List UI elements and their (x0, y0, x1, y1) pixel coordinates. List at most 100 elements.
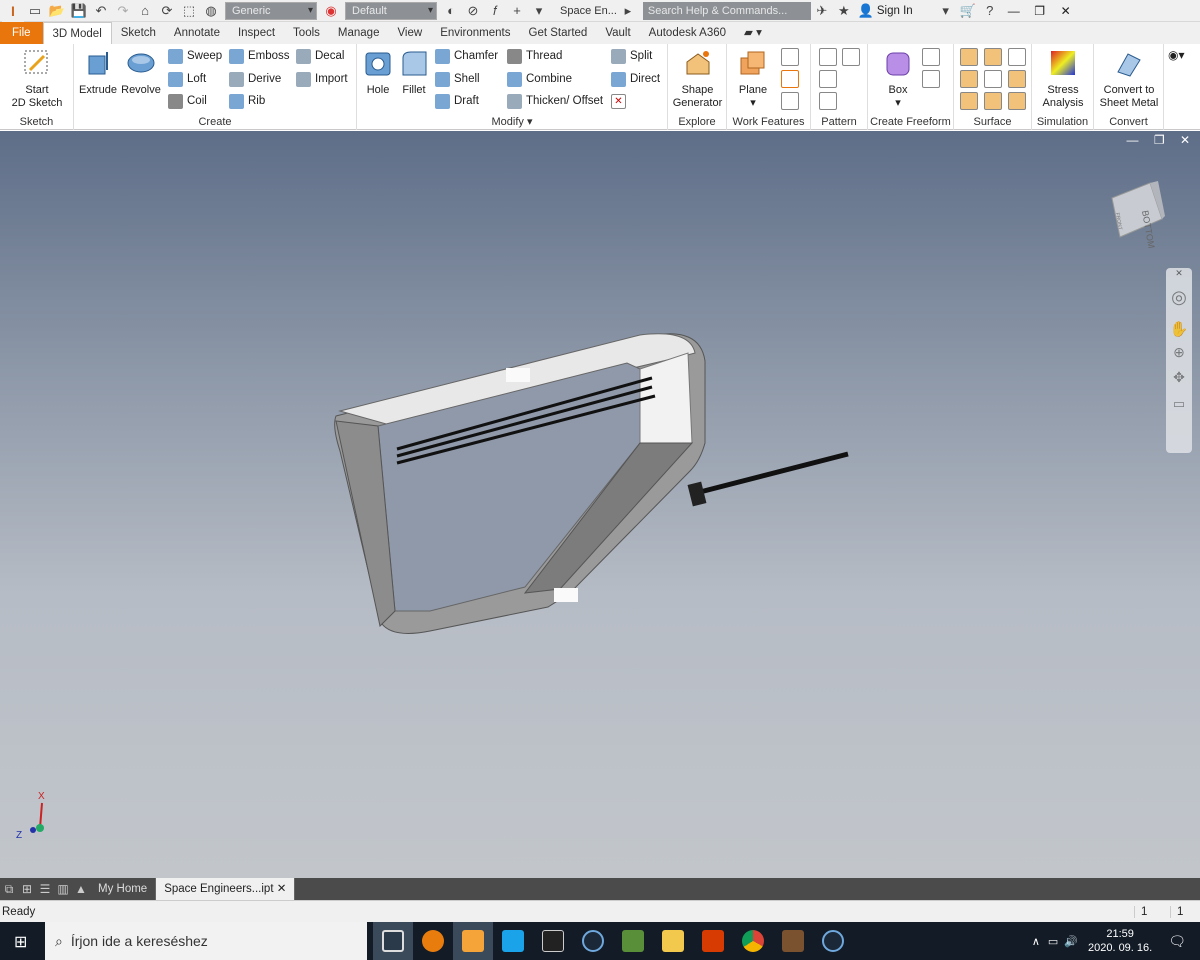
star-icon[interactable]: ★ (835, 2, 853, 20)
volume-icon[interactable]: 🔊 (1064, 935, 1078, 948)
modify-panel-title[interactable]: Modify ▾ (357, 115, 667, 128)
show-hidden-icons-icon[interactable]: ∧ (1032, 935, 1040, 948)
tab-my-home[interactable]: My Home (90, 878, 157, 900)
new-file-icon[interactable]: ▭ (26, 2, 44, 20)
box-button[interactable]: Box ▾ (878, 48, 918, 110)
shape-generator-button[interactable]: Shape Generator (670, 48, 725, 110)
rib-button[interactable]: Rib (229, 91, 265, 111)
replace-face-icon[interactable] (984, 92, 1002, 110)
tab-inspect[interactable]: Inspect (229, 22, 284, 44)
start-2d-sketch-button[interactable]: Start 2D Sketch (6, 48, 68, 110)
select-icon[interactable]: ⬚ (180, 2, 198, 20)
inventor-logo[interactable]: I (2, 0, 24, 22)
clear-appearance-icon[interactable]: ⊘ (464, 2, 482, 20)
appearance-dropdown[interactable]: Default (345, 1, 437, 20)
stitch-icon[interactable] (960, 48, 978, 66)
notifications-icon[interactable]: 🗨 (1168, 933, 1186, 950)
steam-app-2[interactable] (813, 922, 853, 960)
tab-file[interactable]: File (0, 22, 43, 44)
revolve-button[interactable]: Revolve (120, 48, 162, 97)
navbar-close-icon[interactable]: ✕ (1166, 268, 1192, 279)
minecraft-launcher-app[interactable] (773, 922, 813, 960)
minimize-button[interactable]: — (1001, 4, 1027, 18)
freeform-convert-icon[interactable] (922, 70, 940, 88)
trim-icon[interactable] (960, 70, 978, 88)
color-wheel-icon[interactable]: ◉ (322, 2, 340, 20)
rectangular-pattern-icon[interactable] (819, 48, 837, 66)
windows-start-icon[interactable]: ⊞ (14, 932, 27, 952)
blender-app[interactable] (413, 922, 453, 960)
fx-icon[interactable]: 𝑓 (486, 2, 504, 20)
inventor-app[interactable] (453, 922, 493, 960)
sign-in-link[interactable]: Sign In (877, 5, 913, 17)
epic-games-app[interactable] (533, 922, 573, 960)
tab-tools[interactable]: Tools (284, 22, 329, 44)
thread-button[interactable]: Thread (507, 46, 562, 66)
import-button[interactable]: Import (296, 69, 348, 89)
ribbon-options-icon[interactable]: ◉▾ (1168, 48, 1185, 62)
convert-to-sheet-metal-button[interactable]: Convert to Sheet Metal (1096, 48, 1162, 110)
restore-button[interactable]: ❐ (1027, 4, 1053, 18)
steam-app[interactable] (573, 922, 613, 960)
stress-analysis-button[interactable]: Stress Analysis (1034, 48, 1092, 110)
combine-button[interactable]: Combine (507, 69, 572, 89)
cart-icon[interactable]: 🛒 (959, 2, 977, 20)
update-icon[interactable]: ⟳ (158, 2, 176, 20)
extend-icon[interactable] (984, 70, 1002, 88)
sweep-button[interactable]: Sweep (168, 46, 222, 66)
hole-button[interactable]: Hole (361, 48, 395, 97)
freeform-edit-icon[interactable] (922, 48, 940, 66)
adjust-icon[interactable]: ◐ (442, 2, 460, 20)
home-icon[interactable]: ⌂ (136, 2, 154, 20)
minecraft-app[interactable] (613, 922, 653, 960)
binoculars-icon[interactable]: ✈ (813, 2, 831, 20)
task-view-app[interactable] (373, 922, 413, 960)
ucs-icon[interactable] (781, 92, 799, 110)
dropdown-icon[interactable]: ▾ (937, 2, 955, 20)
network-icon[interactable]: ▭ (1048, 935, 1058, 948)
patch-icon[interactable] (984, 48, 1002, 66)
circular-pattern-icon[interactable] (819, 70, 837, 88)
tile-icon[interactable]: ⊞ (18, 882, 36, 896)
customize-icon[interactable]: ▾ (530, 2, 548, 20)
globe-icon[interactable]: ◍ (202, 2, 220, 20)
point-icon[interactable] (781, 70, 799, 88)
tab-get-started[interactable]: Get Started (520, 22, 597, 44)
look-at-icon[interactable]: ▭ (1166, 396, 1192, 412)
draft-button[interactable]: Draft (435, 91, 479, 111)
view-cube[interactable]: BOTTOM FRONT (1111, 181, 1165, 249)
sculpt-icon[interactable] (1008, 48, 1026, 66)
axis-icon[interactable] (781, 48, 799, 66)
open-folder-icon[interactable]: 📂 (48, 2, 66, 20)
zoom-icon[interactable]: ⊕ (1166, 344, 1192, 361)
chamfer-button[interactable]: Chamfer (435, 46, 498, 66)
mirror-icon[interactable] (842, 48, 860, 66)
shell-button[interactable]: Shell (435, 69, 480, 89)
tab-space-engineers-ipt[interactable]: Space Engineers...ipt ✕ (156, 878, 296, 900)
emboss-button[interactable]: Emboss (229, 46, 290, 66)
tab-sketch[interactable]: Sketch (112, 22, 165, 44)
delete-face-button[interactable]: ✕ (611, 91, 630, 111)
redo-icon[interactable]: ↷ (114, 2, 132, 20)
help-icon[interactable]: ? (981, 2, 999, 20)
tab-autodesk-a360[interactable]: Autodesk A360 (640, 22, 735, 44)
boundary-icon[interactable] (1008, 70, 1026, 88)
cascade-icon[interactable]: ⧉ (0, 882, 18, 897)
sketch-pattern-icon[interactable] (819, 92, 837, 110)
undo-icon[interactable]: ↶ (92, 2, 110, 20)
tab-environments[interactable]: Environments (431, 22, 519, 44)
extrude-button[interactable]: Extrude (78, 48, 118, 97)
office-app[interactable] (693, 922, 733, 960)
orbit-icon[interactable]: ✥ (1166, 369, 1192, 386)
coil-button[interactable]: Coil (168, 91, 207, 111)
camera-toggle-icon[interactable]: ▰ ▾ (735, 22, 771, 44)
close-tab-icon[interactable]: ✕ (277, 883, 287, 895)
repair-icon[interactable] (1008, 92, 1026, 110)
save-icon[interactable]: 💾 (70, 2, 88, 20)
split-button[interactable]: Split (611, 46, 652, 66)
close-button[interactable]: ✕ (1053, 4, 1079, 18)
chrome-app[interactable] (733, 922, 773, 960)
tab-manage[interactable]: Manage (329, 22, 389, 44)
search-input[interactable]: Search Help & Commands... (642, 1, 811, 20)
fillet-button[interactable]: Fillet (397, 48, 431, 97)
